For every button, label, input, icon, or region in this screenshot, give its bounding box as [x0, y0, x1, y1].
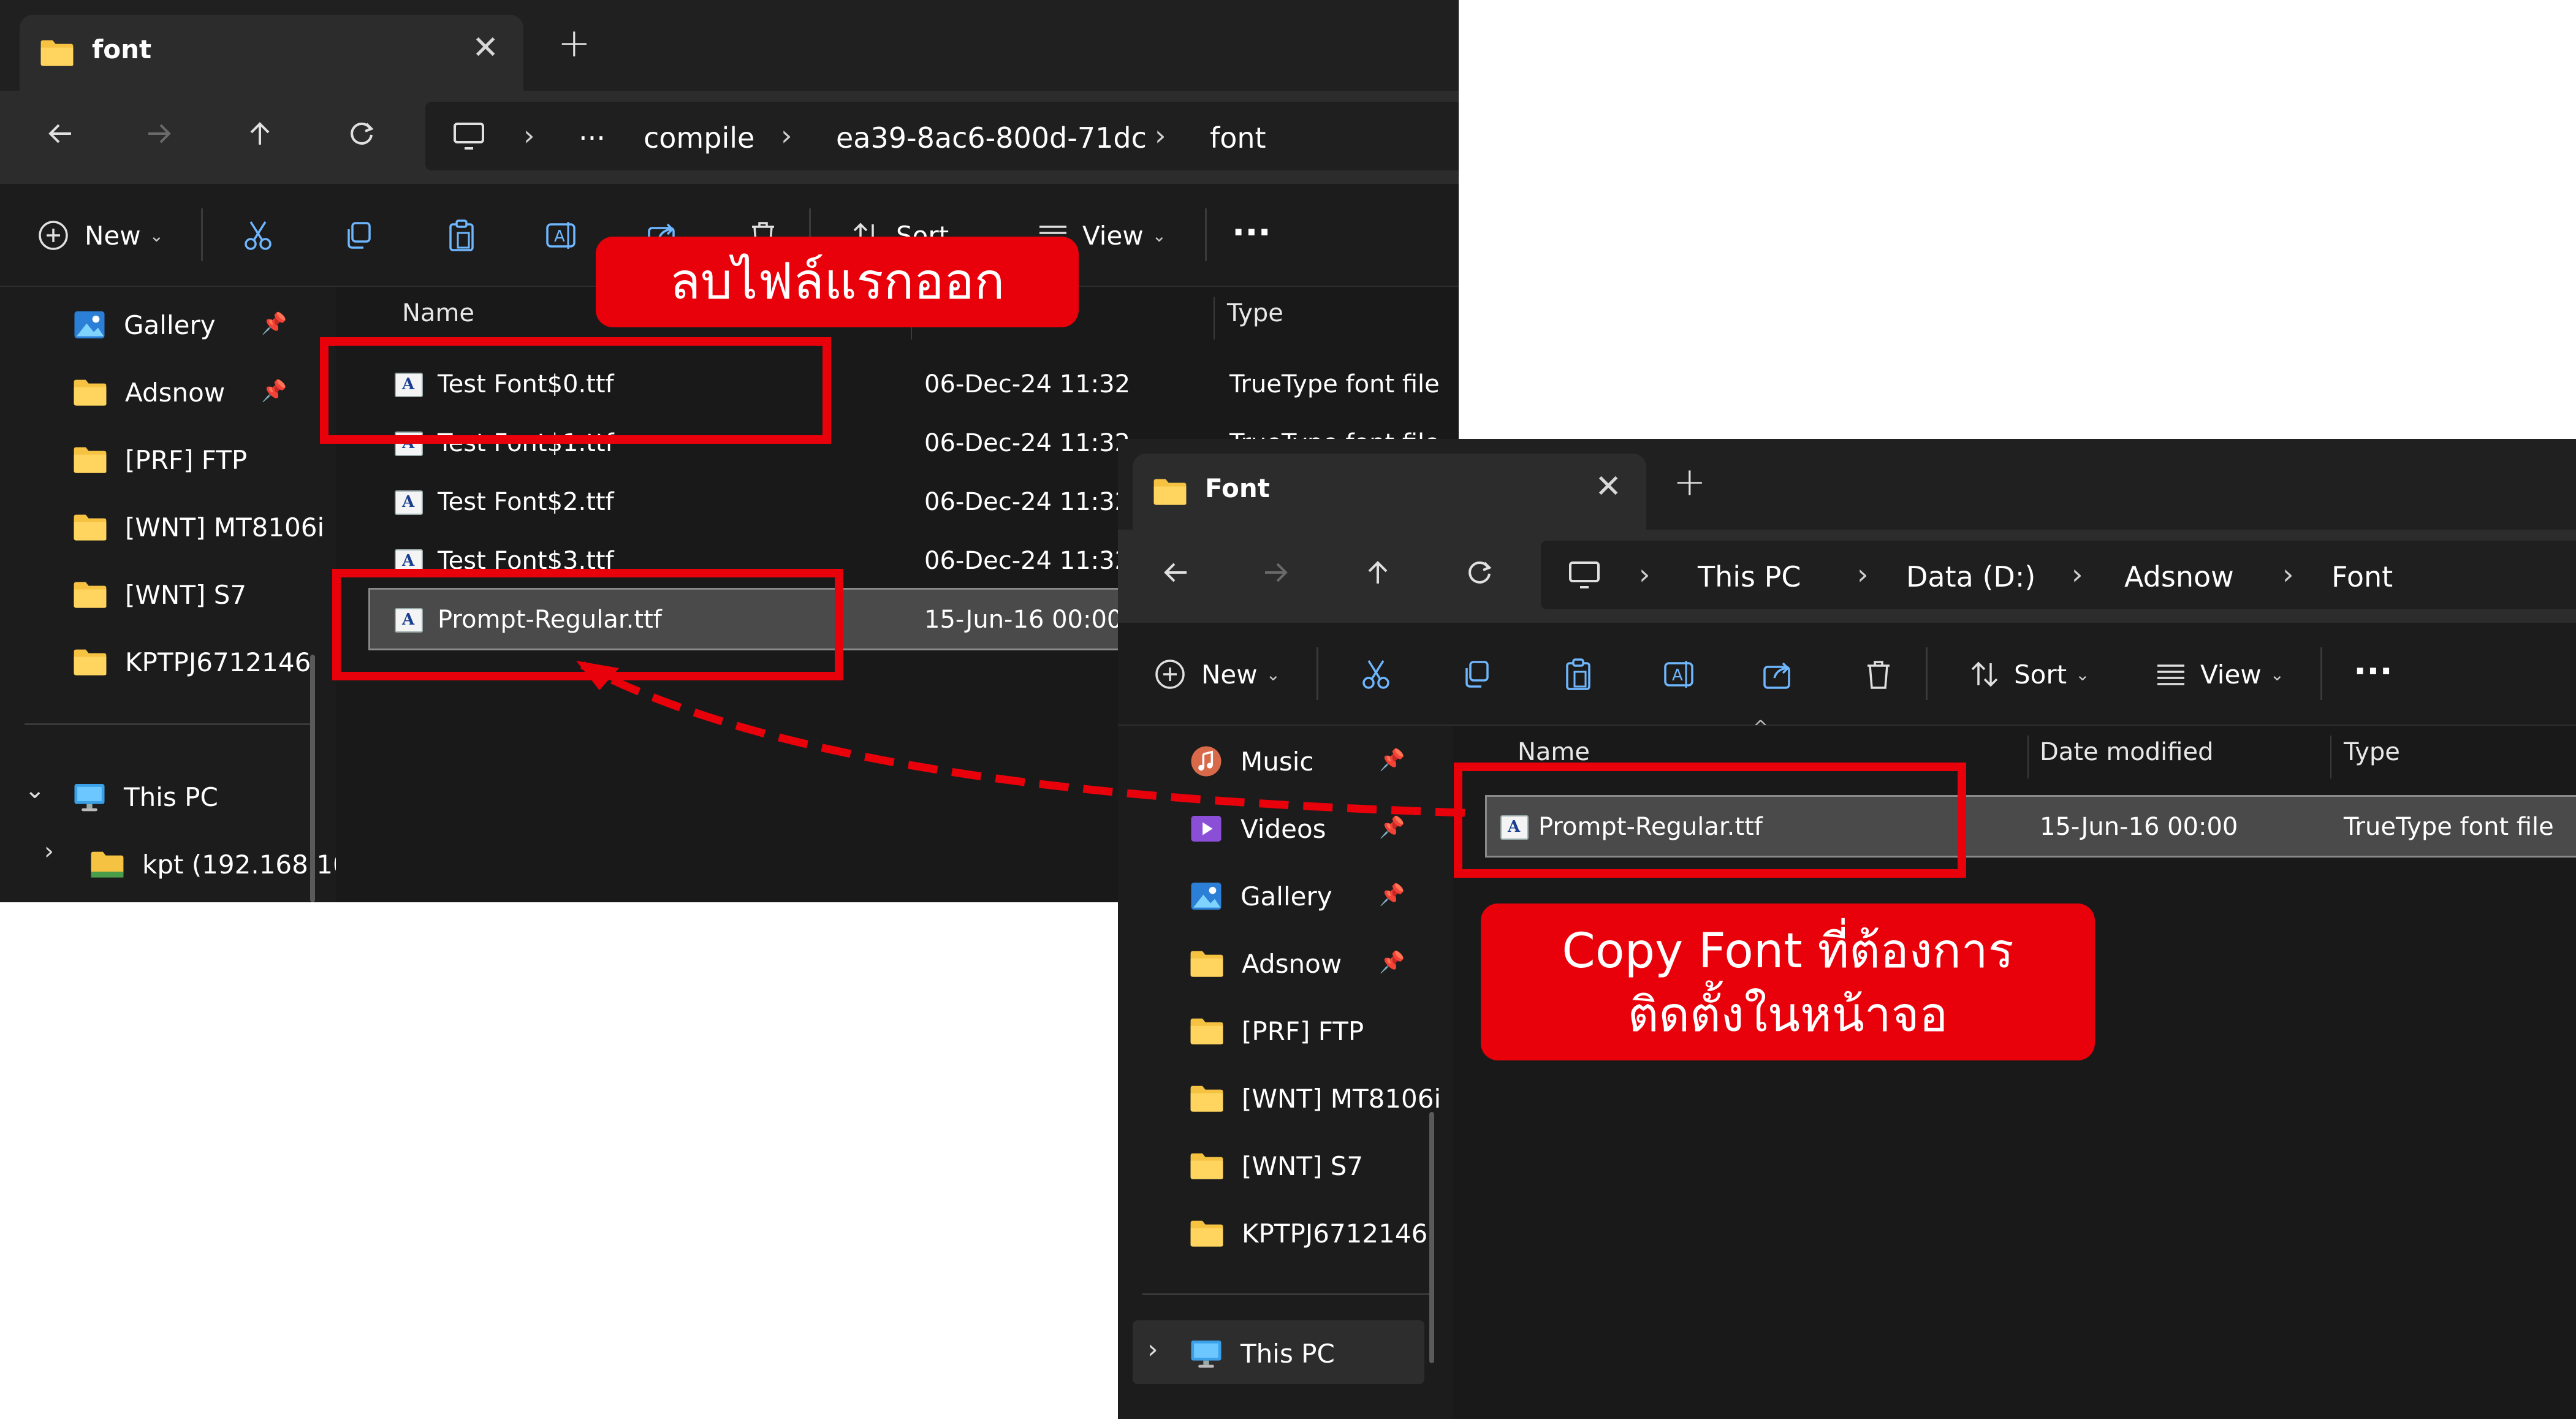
delete-first-file-callout: ลบไฟล์แรกออก: [596, 237, 1079, 327]
copy-font-callout: Copy Font ที่ต้องการ ติดตั้งในหน้าจอ: [1481, 904, 2095, 1060]
copy-callout-line1: Copy Font ที่ต้องการ: [1562, 924, 2014, 979]
delete-callout-text: ลบไฟล์แรกออก: [669, 253, 1005, 311]
copy-callout-line2: ติดตั้งในหน้าจอ: [1627, 987, 1948, 1043]
copy-arrow: [576, 661, 1465, 817]
